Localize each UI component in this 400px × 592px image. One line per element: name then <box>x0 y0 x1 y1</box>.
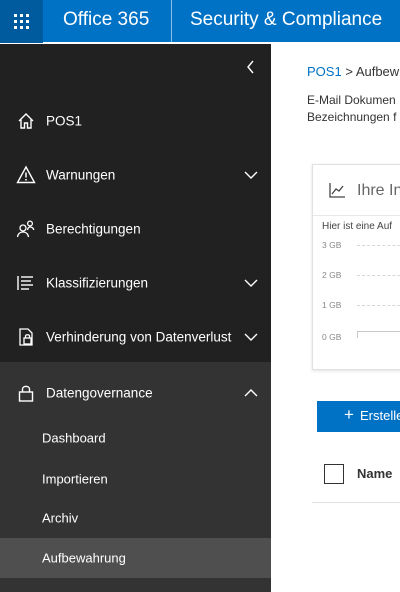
chart-baseline <box>357 331 400 332</box>
sidebar-item-berechtigungen[interactable]: Berechtigungen <box>0 202 271 256</box>
app-launcher-button[interactable] <box>0 0 43 43</box>
sidebar-item-label: Warnungen <box>46 167 116 183</box>
sidebar-item-warnungen[interactable]: Warnungen <box>0 148 271 202</box>
lock-icon <box>18 385 34 402</box>
sidebar-item-pos1[interactable]: POS1 <box>0 94 271 148</box>
app-title[interactable]: Security & Compliance <box>190 9 382 31</box>
y-tick-label: 1 GB <box>322 300 342 310</box>
waffle-icon <box>14 14 29 29</box>
sidebar-subitem-label: Aufbewahrung <box>42 550 126 566</box>
warning-icon <box>16 165 36 184</box>
sidebar-subitem-label: Dashboard <box>42 430 106 446</box>
sidebar-subitem-archiv[interactable]: Archiv <box>0 498 271 538</box>
create-button-label: Erstelle <box>360 408 400 423</box>
dlp-icon <box>19 328 33 346</box>
chart-icon <box>329 183 345 198</box>
storage-card[interactable]: Ihre In Hier ist eine Auf 3 GB 2 GB 1 GB… <box>312 164 400 370</box>
chevron-down-icon[interactable] <box>244 170 258 180</box>
chevron-down-icon[interactable] <box>244 278 258 288</box>
chevron-up-icon[interactable] <box>244 388 258 398</box>
breadcrumb: POS1 > Aufbew <box>307 64 399 79</box>
sidebar-item-datengovernance[interactable]: Datengovernance <box>0 366 271 420</box>
main-content: POS1 > Aufbew E-Mail Dokumen Bezeichnung… <box>271 44 400 592</box>
sidebar-item-label: Berechtigungen <box>46 221 141 237</box>
sidebar-subitem-importieren[interactable]: Importieren <box>0 459 271 499</box>
y-tick-label: 3 GB <box>322 240 342 250</box>
list-icon <box>17 276 33 290</box>
collapse-sidebar-icon[interactable] <box>242 58 260 76</box>
y-tick-label: 2 GB <box>322 270 342 280</box>
brand-name[interactable]: Office 365 <box>63 9 149 31</box>
create-button[interactable]: + Erstelle <box>317 401 400 432</box>
sidebar-subitem-label: Importieren <box>42 471 108 487</box>
y-tick-label: 0 GB <box>322 332 342 342</box>
sidebar-item-label: Klassifizierungen <box>46 275 149 291</box>
column-header-name[interactable]: Name <box>357 466 392 481</box>
sidebar-item-label: POS1 <box>46 113 83 129</box>
sidebar-subitem-aufbewahrung[interactable]: Aufbewahrung <box>0 538 271 578</box>
description-line: Bezeichnungen f <box>307 110 397 124</box>
gridline <box>357 305 400 306</box>
sidebar-item-label: Datengovernance <box>46 385 153 401</box>
select-all-checkbox[interactable] <box>324 464 344 484</box>
home-icon <box>18 113 34 129</box>
top-bar: Office 365 Security & Compliance <box>0 0 400 43</box>
card-title: Ihre In <box>357 182 400 199</box>
sidebar-item-label: Verhinderung von Datenverlust <box>46 329 232 345</box>
permissions-icon <box>16 220 35 238</box>
breadcrumb-separator: > <box>345 64 353 79</box>
chart-baseline-tick <box>357 331 358 338</box>
breadcrumb-home-link[interactable]: POS1 <box>307 64 342 79</box>
row-divider <box>312 502 400 503</box>
gridline <box>357 275 400 276</box>
description-line: E-Mail Dokumen <box>307 93 396 107</box>
plus-icon: + <box>344 405 354 424</box>
datengovernance-section: Datengovernance Dashboard Importieren Ar… <box>0 362 271 592</box>
card-subtitle: Hier ist eine Auf <box>322 221 393 232</box>
sidebar-subitem-label: Archiv <box>42 510 79 526</box>
chevron-down-icon[interactable] <box>244 332 258 342</box>
sidebar-subitem-dashboard[interactable]: Dashboard <box>0 418 271 458</box>
breadcrumb-current: Aufbew <box>355 64 400 79</box>
sidebar-item-dlp[interactable]: Verhinderung von Datenverlust <box>0 310 271 364</box>
sidebar: POS1 Warnungen Berechtigungen Klassifizi… <box>0 44 271 592</box>
card-divider <box>313 215 400 216</box>
sidebar-item-klassifizierungen[interactable]: Klassifizierungen <box>0 256 271 310</box>
page-description: E-Mail Dokumen Bezeichnungen f <box>307 92 396 126</box>
header-divider <box>171 0 172 43</box>
gridline <box>357 245 400 246</box>
